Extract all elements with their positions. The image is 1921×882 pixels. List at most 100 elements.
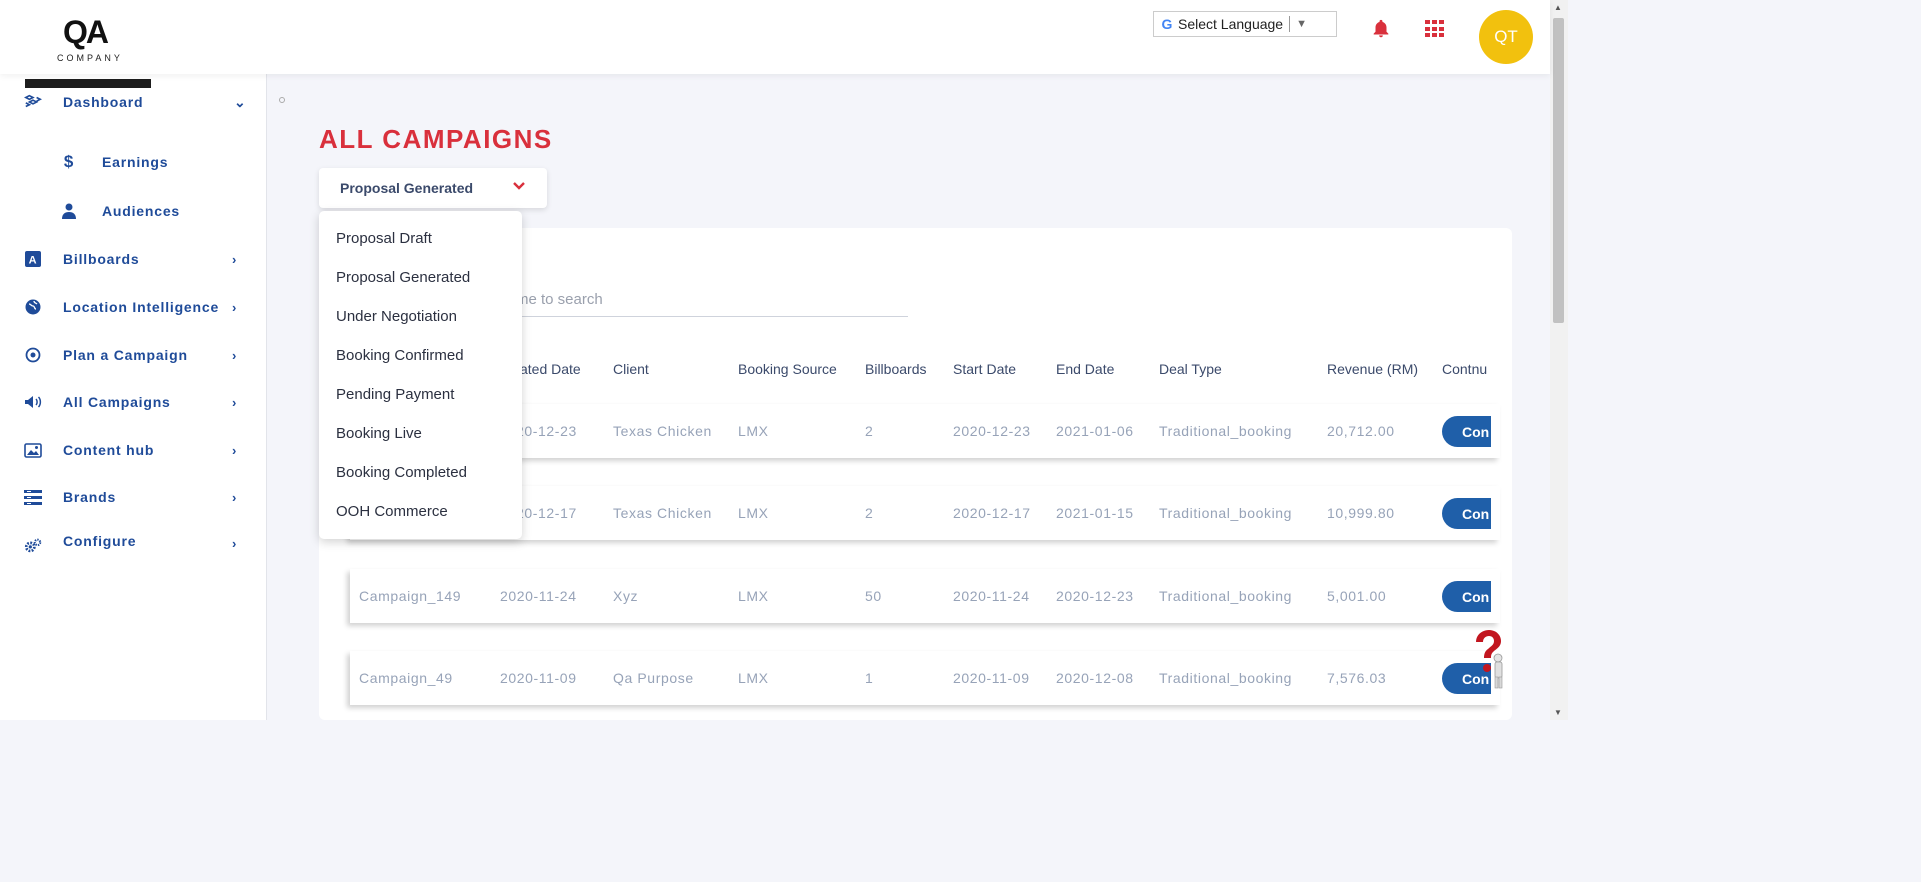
cell-start-date: 2020-11-09 [953,670,1030,686]
cell-campaign-name: Campaign_149 [359,588,462,604]
cell-start-date: 2020-11-24 [953,588,1030,604]
cell-created-date: 2020-11-24 [500,588,577,604]
table-row[interactable]: 20-12-23 Texas Chicken LMX 2 2020-12-23 … [350,404,1500,458]
sidebar-item-location-intelligence[interactable]: Location Intelligence › [0,293,266,321]
scroll-down-icon[interactable]: ▼ [1554,708,1562,717]
cell-revenue: 20,712.00 [1327,423,1395,439]
scrollbar-thumb[interactable] [1553,18,1564,323]
column-header-created-date: ated Date [520,361,581,377]
sidebar: Dashboard ⌄ $ Earnings Audiences A Billb… [0,74,267,720]
sidebar-item-label: Plan a Campaign [63,347,188,363]
status-option-proposal-draft[interactable]: Proposal Draft [336,230,432,247]
cell-booking-source: LMX [738,588,769,604]
target-icon [24,346,42,364]
top-bar: QA COMPANY G Select Language ▼ QT [0,0,1550,88]
sidebar-item-audiences[interactable]: Audiences [0,197,266,225]
sidebar-item-configure[interactable]: Configure › [0,527,266,555]
status-option-booking-completed[interactable]: Booking Completed [336,464,467,481]
caret-down-icon: ▼ [1296,18,1307,30]
sidebar-item-brands[interactable]: Brands › [0,483,266,511]
sidebar-item-label: Audiences [102,203,180,219]
cell-deal-type: Traditional_booking [1159,670,1293,686]
cell-end-date: 2020-12-23 [1056,588,1134,604]
status-option-pending-payment[interactable]: Pending Payment [336,386,454,403]
sidebar-item-label: Earnings [102,154,169,170]
dashboard-icon [24,93,42,111]
sidebar-item-earnings[interactable]: $ Earnings [0,148,266,176]
logo-subtext: COMPANY [57,53,123,63]
column-header-booking-source: Booking Source [738,361,837,377]
chevron-right-icon: › [232,489,238,505]
cell-deal-type: Traditional_booking [1159,505,1293,521]
sidebar-item-label: Location Intelligence [63,299,220,315]
cell-campaign-name: Campaign_49 [359,670,453,686]
cell-billboards: 2 [865,423,874,439]
status-select[interactable]: Proposal Generated [319,168,547,208]
cell-client: Qa Purpose [613,670,694,686]
status-option-under-negotiation[interactable]: Under Negotiation [336,308,457,325]
sidebar-item-billboards[interactable]: A Billboards › [0,245,266,273]
cell-booking-source: LMX [738,670,769,686]
cell-created-date: 2020-11-09 [500,670,577,686]
status-select-value: Proposal Generated [340,180,474,196]
table-row[interactable]: 20-12-17 Texas Chicken LMX 2 2020-12-17 … [350,486,1500,540]
cell-created-date: 20-12-23 [516,423,577,439]
loading-dot [279,97,285,103]
cell-client: Xyz [613,588,639,604]
sidebar-item-dashboard[interactable]: Dashboard ⌄ [0,88,266,116]
cell-end-date: 2021-01-15 [1056,505,1134,521]
chevron-right-icon: › [232,251,238,267]
status-option-ooh-commerce[interactable]: OOH Commerce [336,503,448,520]
chevron-right-icon: › [232,442,238,458]
chevron-right-icon: › [232,536,238,551]
cell-booking-source: LMX [738,505,769,521]
brands-icon [24,488,42,506]
scroll-up-icon[interactable]: ▲ [1554,3,1562,12]
sidebar-item-all-campaigns[interactable]: All Campaigns › [0,388,266,416]
sidebar-item-plan-a-campaign[interactable]: Plan a Campaign › [0,341,266,369]
google-icon: G [1161,16,1173,32]
logo-mark: QA [63,14,109,50]
column-header-revenue: Revenue (RM) [1327,361,1419,377]
cell-start-date: 2020-12-17 [953,505,1031,521]
status-option-proposal-generated[interactable]: Proposal Generated [336,269,470,286]
cell-created-date: 20-12-17 [516,505,577,521]
page-title: ALL CAMPAIGNS [319,124,553,154]
chevron-down-icon [513,182,525,190]
continue-button[interactable]: Con [1442,581,1491,612]
column-header-start-date: Start Date [953,361,1017,377]
apps-grid-icon[interactable] [1425,20,1445,38]
language-select-label: Select Language [1178,16,1284,32]
user-avatar[interactable]: QT [1479,10,1533,64]
cell-billboards: 1 [865,670,874,686]
cell-revenue: 7,576.03 [1327,670,1387,686]
status-option-booking-live[interactable]: Booking Live [336,425,422,442]
sidebar-item-label: Content hub [63,442,155,458]
cell-revenue: 10,999.80 [1327,505,1395,521]
table-row[interactable]: Campaign_49 2020-11-09 Qa Purpose LMX 1 … [350,651,1500,705]
continue-button[interactable]: Con [1442,498,1491,529]
logo-strip [25,79,151,88]
chevron-down-icon: ⌄ [234,93,247,110]
cell-client: Texas Chicken [613,423,712,439]
cell-revenue: 5,001.00 [1327,588,1387,604]
company-logo[interactable]: QA COMPANY [25,8,151,88]
language-select-divider [1289,16,1291,32]
continue-button[interactable]: Con [1442,416,1491,447]
sidebar-item-label: Dashboard [63,94,144,110]
language-select[interactable]: G Select Language ▼ [1153,11,1337,37]
search-input[interactable] [508,282,908,317]
gears-icon [24,537,42,555]
sidebar-item-label: Brands [63,489,117,505]
sidebar-item-label: Configure [63,533,137,549]
sidebar-item-content-hub[interactable]: Content hub › [0,436,266,464]
chevron-right-icon: › [232,347,238,363]
cell-deal-type: Traditional_booking [1159,588,1293,604]
help-icon[interactable] [1466,628,1508,690]
status-option-booking-confirmed[interactable]: Booking Confirmed [336,347,464,364]
bell-icon[interactable] [1370,18,1392,40]
table-row[interactable]: Campaign_149 2020-11-24 Xyz LMX 50 2020-… [350,569,1500,623]
cell-billboards: 50 [865,588,882,604]
cell-deal-type: Traditional_booking [1159,423,1293,439]
cell-client: Texas Chicken [613,505,712,521]
